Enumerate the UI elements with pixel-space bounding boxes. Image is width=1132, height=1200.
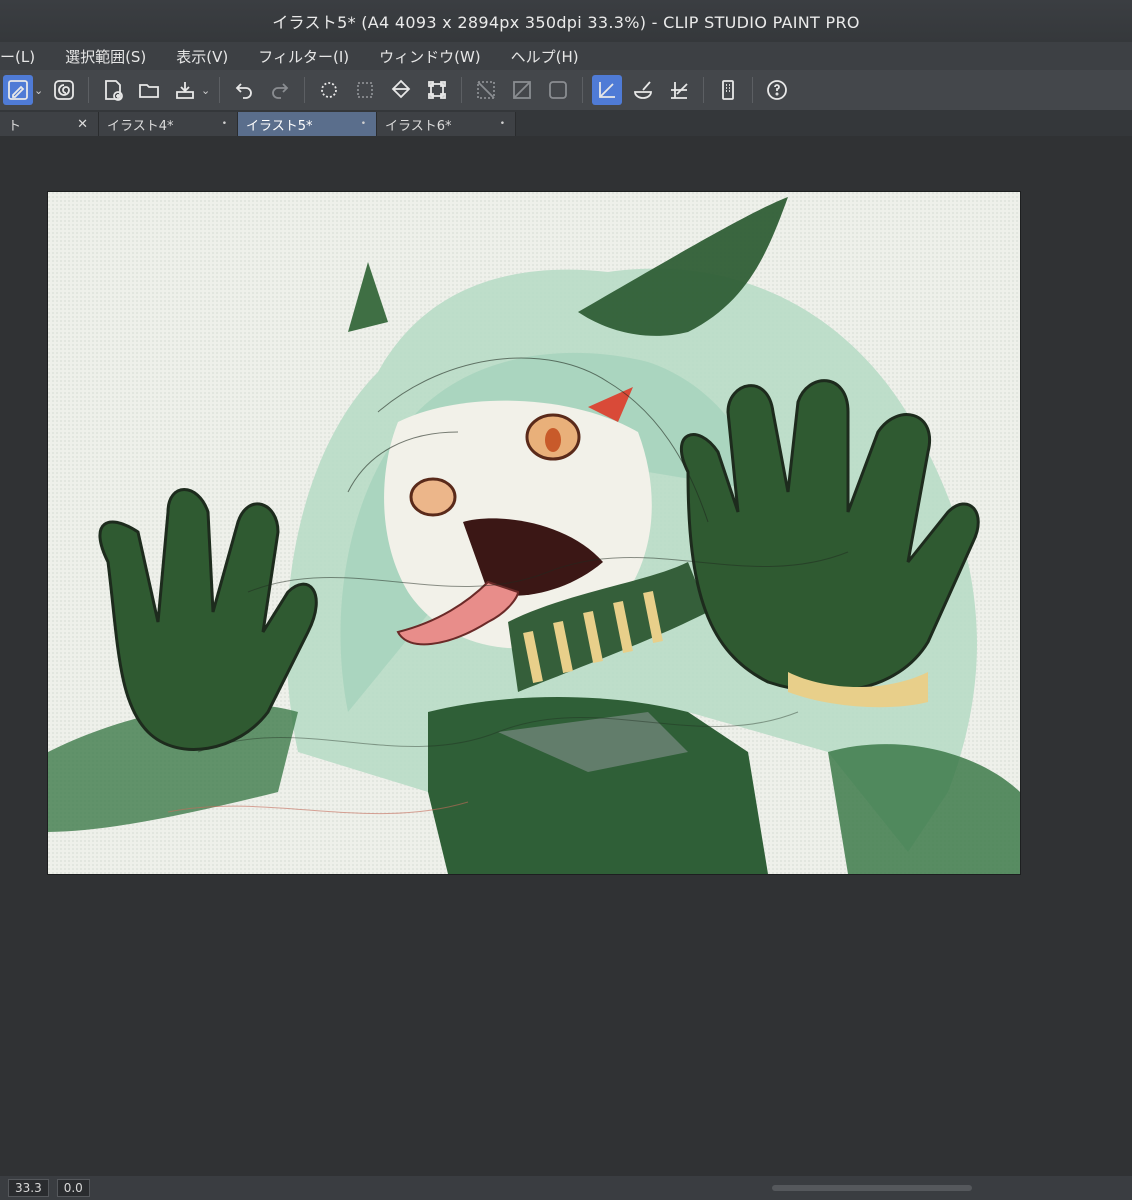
- zoom-field[interactable]: 33.3: [8, 1179, 49, 1197]
- zoom-slider[interactable]: [772, 1185, 972, 1191]
- menu-help[interactable]: ヘルプ(H): [497, 46, 595, 67]
- menu-layer[interactable]: ー(L): [0, 46, 51, 67]
- unsaved-dot-icon[interactable]: •: [500, 119, 505, 129]
- clear-selection-icon[interactable]: [471, 75, 501, 105]
- toolbar-separator: [88, 77, 89, 103]
- tab-illust6[interactable]: イラスト6* •: [377, 112, 516, 136]
- rotation-field[interactable]: 0.0: [56, 1179, 90, 1197]
- pen-icon[interactable]: [3, 75, 33, 105]
- transform-icon[interactable]: [422, 75, 452, 105]
- toolbar-separator: [219, 77, 220, 103]
- select-all-icon[interactable]: [350, 75, 380, 105]
- invert-selection-icon[interactable]: [507, 75, 537, 105]
- border-icon[interactable]: [543, 75, 573, 105]
- chevron-down-icon[interactable]: ⌄: [34, 84, 46, 97]
- unsaved-dot-icon[interactable]: •: [361, 119, 366, 129]
- tab-label: ト: [8, 118, 22, 134]
- status-bar: 33.3 0.0: [0, 1176, 1132, 1200]
- toolbar-separator: [582, 77, 583, 103]
- snap-special-icon[interactable]: [628, 75, 658, 105]
- unsaved-dot-icon[interactable]: •: [222, 119, 227, 129]
- swirl-icon[interactable]: [49, 75, 79, 105]
- menu-filter[interactable]: フィルター(I): [244, 46, 365, 67]
- menu-bar: ー(L) 選択範囲(S) 表示(V) フィルター(I) ウィンドウ(W) ヘルプ…: [0, 42, 1132, 70]
- toolbar-separator: [461, 77, 462, 103]
- menu-view[interactable]: 表示(V): [162, 46, 244, 67]
- device-icon[interactable]: [713, 75, 743, 105]
- redo-icon[interactable]: [265, 75, 295, 105]
- help-icon[interactable]: [762, 75, 792, 105]
- snap-ruler-icon[interactable]: [592, 75, 622, 105]
- tab-illust5[interactable]: イラスト5* •: [238, 112, 377, 136]
- toolbar-separator: [304, 77, 305, 103]
- title-bar: イラスト5* (A4 4093 x 2894px 350dpi 33.3%) -…: [0, 0, 1132, 42]
- export-icon[interactable]: [170, 75, 200, 105]
- new-canvas-icon[interactable]: [98, 75, 128, 105]
- tab-illust3[interactable]: ト ✕: [0, 112, 99, 136]
- close-icon[interactable]: ✕: [77, 117, 88, 132]
- command-bar: ⌄ ⌄: [0, 70, 1132, 110]
- undo-icon[interactable]: [229, 75, 259, 105]
- tab-illust4[interactable]: イラスト4* •: [99, 112, 238, 136]
- tab-label: イラスト5*: [246, 118, 313, 134]
- loading-spin-icon[interactable]: [314, 75, 344, 105]
- window-title: イラスト5* (A4 4093 x 2894px 350dpi 33.3%) -…: [272, 13, 860, 32]
- illustration-artwork: [48, 192, 1020, 874]
- toolbar-separator: [703, 77, 704, 103]
- menu-window[interactable]: ウィンドウ(W): [365, 46, 497, 67]
- fill-icon[interactable]: [386, 75, 416, 105]
- chevron-down-icon[interactable]: ⌄: [201, 84, 213, 97]
- canvas-tab-bar: ト ✕ イラスト4* • イラスト5* • イラスト6* •: [0, 110, 1132, 136]
- drawing-canvas[interactable]: [48, 192, 1020, 874]
- open-folder-icon[interactable]: [134, 75, 164, 105]
- toolbar-separator: [752, 77, 753, 103]
- snap-grid-icon[interactable]: [664, 75, 694, 105]
- tab-label: イラスト6*: [385, 118, 452, 134]
- tab-label: イラスト4*: [107, 118, 174, 134]
- menu-selection[interactable]: 選択範囲(S): [51, 46, 162, 67]
